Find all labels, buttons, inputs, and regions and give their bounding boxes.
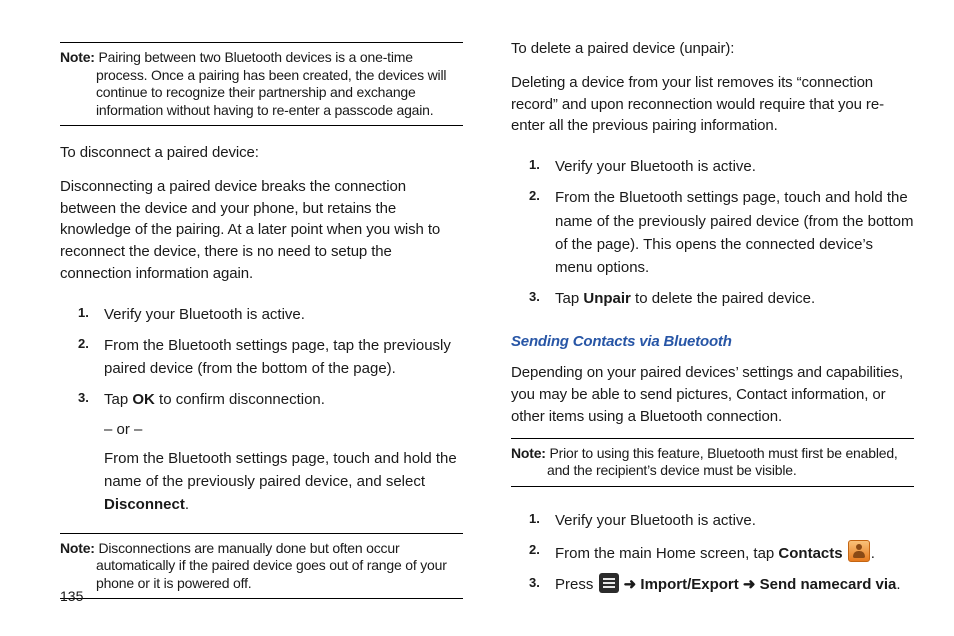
- delete-intro: To delete a paired device (unpair):: [511, 38, 914, 60]
- send-step-3: Press ➜ Import/Export ➜ Send namecard vi…: [511, 573, 914, 596]
- note-label: Note:: [60, 49, 95, 65]
- delete-step-1: Verify your Bluetooth is active.: [511, 155, 914, 178]
- step-bold: Send namecard via: [760, 576, 897, 593]
- note-text: Prior to using this feature, Bluetooth m…: [547, 445, 898, 479]
- note-text: Pairing between two Bluetooth devices is…: [96, 49, 446, 118]
- step-text: .: [871, 545, 875, 562]
- note-label: Note:: [511, 445, 546, 461]
- page-number: 135: [60, 586, 83, 606]
- step-text: Tap: [555, 290, 583, 307]
- send-step-2: From the main Home screen, tap Contacts …: [511, 540, 914, 565]
- document-page: Note: Pairing between two Bluetooth devi…: [0, 0, 954, 636]
- contacts-icon: [848, 540, 870, 562]
- arrow-icon: ➜: [739, 576, 760, 593]
- step-text: .: [185, 496, 189, 513]
- send-description: Depending on your paired devices’ settin…: [511, 362, 914, 427]
- step-or: – or –: [104, 418, 463, 441]
- step-bold: Import/Export: [640, 576, 738, 593]
- delete-description: Deleting a device from your list removes…: [511, 72, 914, 137]
- subheading-sending-contacts: Sending Contacts via Bluetooth: [511, 331, 914, 353]
- menu-icon: [599, 573, 619, 593]
- send-steps: Verify your Bluetooth is active. From th…: [511, 501, 914, 605]
- step-bold: Disconnect: [104, 496, 185, 513]
- delete-step-3: Tap Unpair to delete the paired device.: [511, 287, 914, 310]
- step-bold: OK: [132, 391, 155, 408]
- step-text: From the main Home screen, tap: [555, 545, 778, 562]
- send-step-1: Verify your Bluetooth is active.: [511, 509, 914, 532]
- step-alt: From the Bluetooth settings page, touch …: [104, 447, 463, 517]
- delete-step-2: From the Bluetooth settings page, touch …: [511, 186, 914, 279]
- left-column: Note: Pairing between two Bluetooth devi…: [60, 38, 463, 636]
- note-text: Disconnections are manually done but oft…: [96, 540, 447, 591]
- step-text: to delete the paired device.: [631, 290, 815, 307]
- step-bold: Contacts: [778, 545, 842, 562]
- step-text: Tap: [104, 391, 132, 408]
- note-prior-bluetooth: Note: Prior to using this feature, Bluet…: [511, 438, 914, 487]
- right-column: To delete a paired device (unpair): Dele…: [511, 38, 914, 636]
- disconnect-step-2: From the Bluetooth settings page, tap th…: [60, 334, 463, 381]
- disconnect-intro: To disconnect a paired device:: [60, 142, 463, 164]
- delete-steps: Verify your Bluetooth is active. From th…: [511, 147, 914, 319]
- note-pairing: Note: Pairing between two Bluetooth devi…: [60, 42, 463, 126]
- step-text: .: [896, 576, 900, 593]
- disconnect-step-3: Tap OK to confirm disconnection. – or – …: [60, 388, 463, 516]
- disconnect-step-1: Verify your Bluetooth is active.: [60, 303, 463, 326]
- step-text: to confirm disconnection.: [155, 391, 325, 408]
- disconnect-steps: Verify your Bluetooth is active. From th…: [60, 295, 463, 525]
- step-text: From the Bluetooth settings page, touch …: [104, 450, 457, 490]
- step-bold: Unpair: [583, 290, 631, 307]
- note-disconnections: Note: Disconnections are manually done b…: [60, 533, 463, 600]
- step-text: Press: [555, 576, 598, 593]
- arrow-icon: ➜: [620, 576, 641, 593]
- note-label: Note:: [60, 540, 95, 556]
- disconnect-description: Disconnecting a paired device breaks the…: [60, 176, 463, 285]
